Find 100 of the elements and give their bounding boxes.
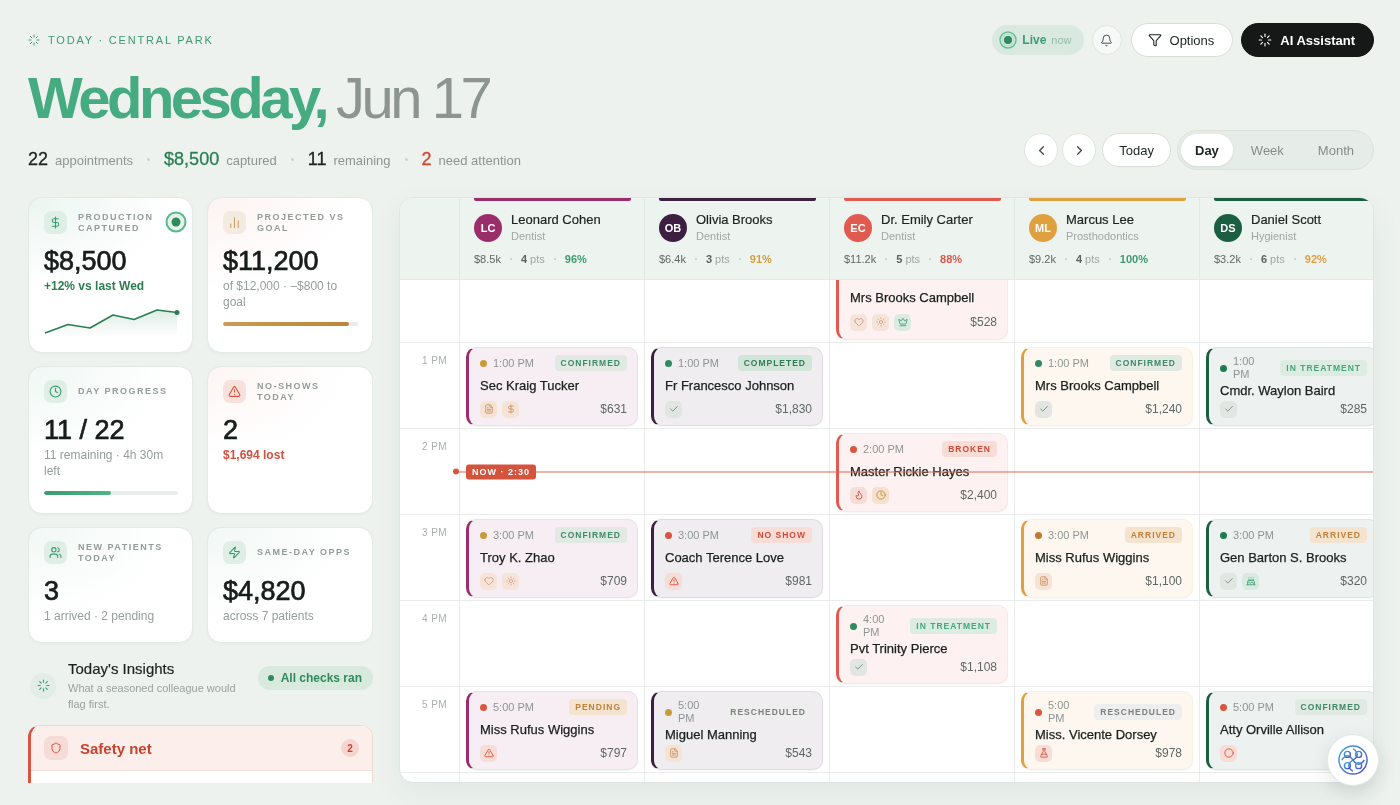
document-icon [1035, 572, 1052, 590]
appointment-card[interactable]: 4:00 PM IN TREATMENT Pvt Trinity Pierce $1,108 [836, 605, 1008, 684]
options-button[interactable]: Options [1130, 23, 1234, 57]
bar-chart-icon [223, 211, 246, 234]
status-badge: ARRIVED [1309, 527, 1367, 543]
appointment-amount: $1,830 [775, 402, 812, 416]
cake-icon [1242, 572, 1259, 590]
document-icon [480, 400, 497, 418]
appointment-card[interactable]: 3:00 PM ARRIVED Gen Barton S. Brooks $320 [1206, 519, 1373, 598]
section-title: Safety net [80, 739, 152, 757]
appointment-time: 5:00 PM [1048, 699, 1071, 725]
spinner-icon [28, 34, 40, 46]
utilization-rate: 91% [749, 252, 772, 266]
hour-label: 5 PM [422, 699, 447, 711]
patient-name: Troy K. Zhao [480, 548, 556, 567]
provider-role: Dentist [511, 229, 547, 243]
patient-name: Miss. Vicente Dorsey [1035, 725, 1158, 744]
appointment-card[interactable]: 5:00 PM RESCHEDULED Miguel Manning $543 [651, 691, 823, 770]
patient-name: Mrs Brooks Campbell [850, 289, 976, 307]
provider-name: Leonard Cohen [511, 212, 601, 228]
filter-icon [1147, 33, 1162, 47]
patient-count: 4 pts [520, 252, 545, 266]
appointment-amount: $528 [970, 315, 997, 329]
provider-name: Olivia Brooks [696, 212, 773, 228]
appointment-amount: $543 [785, 746, 812, 760]
count-badge: 2 [341, 739, 359, 757]
appointment-card[interactable]: 3:00 PM NO SHOW Coach Terence Love $981 [651, 519, 823, 598]
heart-icon [480, 572, 497, 590]
users-icon [44, 541, 67, 564]
location-label: TODAY · CENTRAL PARK [48, 34, 214, 46]
provider-role: Dentist [881, 229, 917, 243]
notifications-button[interactable] [1091, 25, 1122, 55]
patient-count: 5 pts [896, 252, 921, 266]
flask-icon [1035, 744, 1052, 762]
provider-role: Dentist [696, 229, 732, 243]
ring-icon [164, 211, 187, 233]
kpi-note: 11 remaining · 4h 30m left [44, 447, 165, 479]
current-time-dot-icon [453, 468, 459, 475]
safety-net-header[interactable]: Safety net 2 [31, 726, 372, 771]
status-badge: IN TREATMENT [1280, 360, 1367, 376]
appointment-time: 5:00 PM [493, 700, 534, 714]
appointment-card[interactable]: 2:00 PM BROKEN Master Rickie Hayes $2,400 [836, 433, 1008, 512]
view-tab[interactable]: Day [1181, 134, 1233, 166]
stat-label: captured [226, 153, 277, 169]
appointment-card[interactable]: 3:00 PM ARRIVED Miss Rufus Wiggins $1,100 [1021, 519, 1193, 598]
appointment-card[interactable]: 1:00 PM CONFIRMED Mrs Brooks Campbell $1,240 [1021, 347, 1193, 426]
status-badge: IN TREATMENT [910, 618, 997, 634]
patient-name: Miss Rufus Wiggins [480, 720, 596, 739]
status-badge: RESCHEDULED [1094, 704, 1182, 720]
hour-label: 4 PM [422, 613, 447, 625]
appointment-amount: $2,400 [960, 488, 997, 502]
appointment-time: 3:00 PM [493, 528, 534, 542]
kpi-note: across 7 patients [223, 608, 315, 624]
appointment-time: 5:00 PM [678, 699, 701, 725]
appointment-amount: $981 [785, 574, 812, 588]
clock-icon [44, 380, 67, 403]
appointment-card[interactable]: 5:00 PM RESCHEDULED Miss. Vicente Dorsey $978 [1021, 691, 1193, 770]
appointment-card[interactable]: Mrs Brooks Campbell $528 [836, 280, 1008, 340]
kpi-label: NO-SHOWS TODAY [257, 380, 321, 403]
clock-icon [872, 486, 889, 504]
patient-name: Coach Terence Love [665, 548, 785, 567]
kpi-value: 2 [223, 415, 240, 445]
appointment-time: 1:00 PM [493, 356, 534, 370]
appointment-card[interactable]: 5:00 PM PENDING Miss Rufus Wiggins $797 [466, 691, 638, 770]
appointment-card[interactable]: 1:00 PM CONFIRMED Sec Kraig Tucker $631 [466, 347, 638, 426]
provider-name: Dr. Emily Carter [881, 212, 973, 228]
appointment-amount: $709 [600, 574, 627, 588]
document-icon [665, 744, 682, 762]
appointment-card[interactable]: 1:00 PM IN TREATMENT Cmdr. Waylon Baird $285 [1206, 347, 1373, 426]
check-icon [1035, 400, 1052, 418]
production-amount: $6.4k [659, 252, 686, 266]
patient-name: Sec Kraig Tucker [480, 376, 580, 395]
patient-name: Atty Orville Allison [1220, 720, 1326, 739]
utilization-rate: 88% [940, 252, 963, 266]
provider-avatar: LC [474, 213, 502, 242]
now-badge: NOW · 2:30 [466, 464, 536, 479]
provider-name: Marcus Lee [1066, 212, 1135, 228]
warning-icon [223, 380, 246, 403]
utilization-rate: 100% [1119, 252, 1148, 266]
section-title: Today's Insights [68, 659, 176, 678]
appointment-time: 3:00 PM [1048, 528, 1089, 542]
production-amount: $11.2k [844, 252, 877, 266]
patient-count: 6 pts [1260, 252, 1285, 266]
appointment-card[interactable]: 1:00 PM COMPLETED Fr Francesco Johnson $1,830 [651, 347, 823, 426]
kpi-note: +12% vs last Wed [44, 278, 146, 294]
kpi-value: $8,500 [44, 246, 128, 276]
kpi-value: 3 [44, 576, 61, 606]
kpi-note: $1,694 lost [223, 447, 286, 463]
provider-avatar: ML [1029, 213, 1057, 242]
status-badge: CONFIRMED [1109, 355, 1182, 371]
date-title: Jun 17 [336, 69, 490, 127]
status-badge: CONFIRMED [1294, 699, 1367, 715]
provider-role: Hygienist [1251, 229, 1298, 243]
appointment-card[interactable]: 3:00 PM CONFIRMED Troy K. Zhao $709 [466, 519, 638, 598]
patient-name: Cmdr. Waylon Baird [1220, 381, 1337, 400]
ai-assistant-button[interactable]: AI Assistant [1241, 23, 1374, 57]
appointment-amount: $320 [1340, 574, 1367, 588]
hour-label: 2 PM [422, 441, 447, 453]
spinner-icon [30, 672, 56, 699]
today-button[interactable]: Today [1102, 133, 1171, 167]
